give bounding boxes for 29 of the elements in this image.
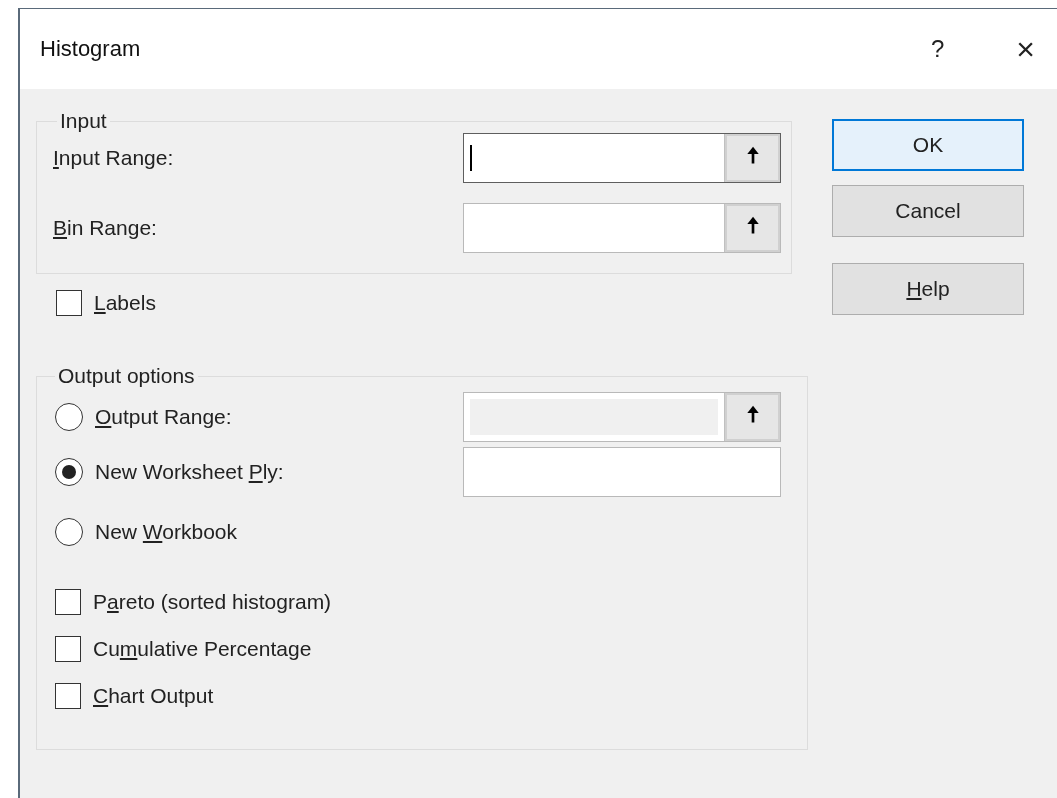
range-field[interactable]: 🠅 [463,133,781,183]
checkbox-label: Labels [94,291,156,315]
range-picker-button[interactable]: 🠅 [724,134,780,182]
radio-label: New Worksheet Ply: [95,460,285,484]
close-button[interactable]: × [1008,30,1043,68]
checkbox-label: Pareto (sorted histogram) [93,589,332,614]
group-legend: Output options [55,364,198,388]
dialog-button[interactable]: Cancel [832,185,1024,237]
checkbox[interactable] [55,635,81,662]
radio-label: Output Range: [95,405,233,429]
radio-label: New Workbook [95,520,238,544]
field-label: Input Range: [53,146,175,170]
radio-button[interactable] [55,458,83,486]
dialog-button[interactable]: OK [832,119,1024,171]
range-field[interactable] [463,447,781,497]
field-label: Bin Range: [53,216,158,240]
checkbox-label: Chart Output [93,683,214,708]
help-button[interactable]: ? [922,35,953,63]
dialog-button[interactable]: Help [832,263,1024,315]
range-field[interactable]: 🠅 [463,203,781,253]
range-picker-button[interactable]: 🠅 [724,204,780,252]
window-title: Histogram [40,36,142,62]
radio-button[interactable] [55,518,83,546]
radio-button[interactable] [55,403,83,431]
checkbox[interactable] [56,290,82,316]
group-legend: Input [57,109,110,133]
checkbox[interactable] [55,682,81,709]
checkbox[interactable] [55,588,81,615]
checkbox-label: Cumulative Percentage [93,636,312,661]
